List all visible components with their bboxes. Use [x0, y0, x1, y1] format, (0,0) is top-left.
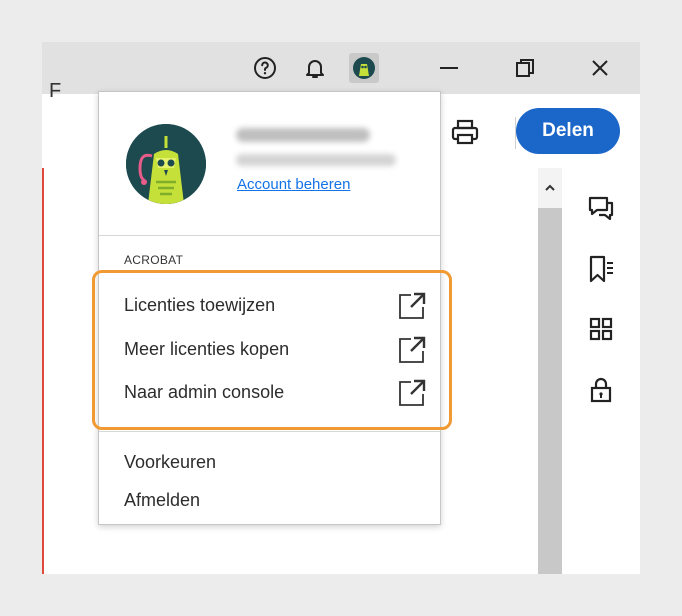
user-email-redacted — [236, 154, 396, 166]
print-button[interactable] — [447, 115, 483, 149]
manage-account-link[interactable]: Account beheren — [237, 176, 350, 193]
lock-icon[interactable] — [586, 374, 616, 404]
restore-icon[interactable] — [510, 53, 540, 83]
user-name-redacted — [236, 128, 370, 142]
grid-icon[interactable] — [586, 314, 616, 344]
menu-item-sign-out[interactable]: Afmelden — [124, 490, 200, 511]
avatar — [353, 57, 375, 79]
profile-avatar — [126, 124, 206, 204]
menu-divider — [99, 431, 440, 432]
avatar-button[interactable] — [349, 53, 379, 83]
share-button[interactable]: Delen — [516, 108, 620, 154]
highlight-frame — [92, 270, 452, 430]
help-icon[interactable] — [250, 53, 280, 83]
comment-icon[interactable] — [586, 193, 616, 223]
scrollbar[interactable] — [538, 168, 562, 574]
document-edge — [42, 168, 44, 574]
scroll-up-button[interactable] — [538, 168, 562, 208]
toolbar-partial-label: F — [49, 80, 62, 102]
printer-icon — [451, 119, 479, 145]
close-icon[interactable] — [585, 53, 615, 83]
menu-divider — [99, 235, 440, 236]
minimize-icon[interactable] — [434, 53, 464, 83]
bookmark-icon[interactable] — [586, 254, 616, 284]
title-bar — [42, 42, 640, 94]
chevron-up-icon — [545, 184, 555, 191]
menu-item-preferences[interactable]: Voorkeuren — [124, 452, 216, 473]
section-label-acrobat: ACROBAT — [124, 253, 184, 267]
right-rail — [570, 168, 640, 574]
bell-icon[interactable] — [300, 53, 330, 83]
